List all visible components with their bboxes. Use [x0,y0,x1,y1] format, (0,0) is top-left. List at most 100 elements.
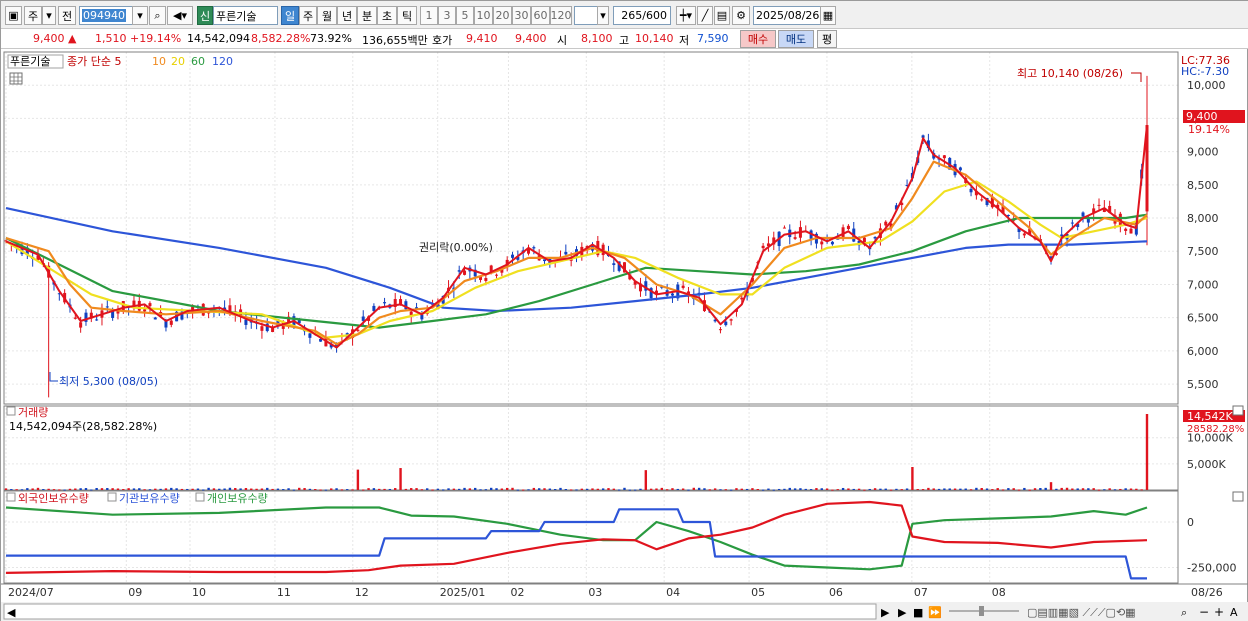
volume-bar [932,488,935,490]
volume-bar [703,488,706,490]
search-icon[interactable]: ⌕ [149,6,166,25]
volume-bar [42,489,45,491]
volume-bar [255,488,258,490]
volume-bar [234,488,237,490]
calendar-icon[interactable]: ▦ [820,6,836,25]
volume-bar [1039,488,1042,490]
volume-close-icon[interactable] [1232,405,1244,416]
change-value: 1,510 [95,32,127,45]
minus-icon[interactable]: − [1199,605,1209,619]
indiv-checkbox-icon[interactable] [195,492,205,502]
volume-bar [1060,487,1063,490]
volume-bar [180,488,184,490]
volume-bar [623,487,626,490]
volume-bar [351,489,354,491]
interval-30-label: 30 [514,9,529,22]
volume-bar [367,488,370,490]
inst-checkbox-icon[interactable] [107,492,117,502]
volume-bar [692,487,695,490]
bid-label: 호가 [432,34,453,47]
legend-ma60: 60 [191,55,205,68]
volume-bar [52,489,56,491]
fast-forward-icon[interactable]: ⏩ [928,606,942,619]
volume-bar [1140,489,1143,491]
font-size-icon[interactable]: A [1230,606,1238,619]
zoom-out-icon[interactable]: ⌕ [1181,606,1187,619]
mode-select[interactable]: 주 [24,6,42,25]
candle-body [884,221,888,226]
prev-button[interactable]: 전 [58,6,76,25]
interval-5[interactable]: 5 [456,6,474,25]
volume-bar [1033,488,1037,490]
save-icon[interactable]: ▤ [714,6,730,25]
volume-bar [26,488,29,490]
interval-60[interactable]: 60 [531,6,550,25]
volume-bar [996,488,999,490]
play-icon[interactable]: ▶ [898,606,907,619]
interval-5-label: 5 [461,9,469,22]
scroll-left-icon[interactable]: ◀ [7,606,16,619]
stock-chart[interactable]: 10,0009,5009,0008,5008,0007,5007,0006,50… [1,50,1248,621]
period-second[interactable]: 초 [377,6,397,25]
zoom-slider-thumb[interactable] [979,606,984,616]
period-minute[interactable]: 분 [357,6,377,25]
stop-icon[interactable]: ■ [913,606,923,619]
date-input[interactable]: 2025/08/26 [753,6,821,25]
average-button[interactable]: 평 [817,30,837,48]
candle-type-icon[interactable]: ┿▾ [676,6,696,25]
count-input[interactable]: 265/600 [613,6,671,25]
candle-body [308,333,312,338]
layout-icons[interactable]: ▢▤▥▦▧ ⟋⟋⟋▢⟲▦ [1027,606,1136,619]
candle-body [164,321,168,328]
volume-bar [516,489,520,491]
table-icon[interactable] [9,72,23,85]
candle-body [718,329,722,331]
volume-bar [751,488,754,490]
volume-bar [468,488,472,490]
interval-3-label: 3 [443,9,451,22]
stock-code-value: 094940 [82,9,126,22]
volume-bar [537,488,541,490]
period-week[interactable]: 주 [299,6,317,25]
interval-1[interactable]: 1 [420,6,438,25]
period-year[interactable]: 년 [337,6,357,25]
interval-30[interactable]: 30 [512,6,531,25]
stock-code-input[interactable]: 094940 [79,6,133,25]
period-day[interactable]: 일 [281,6,299,25]
stock-name-field[interactable]: 푸른기술 [213,6,278,25]
volume-bar [665,489,669,491]
volume-bar [489,487,493,490]
volume-collapse-icon[interactable] [6,406,16,416]
volume-bar [735,488,738,490]
period-tick[interactable]: 틱 [397,6,417,25]
volume-bar [4,488,8,490]
x-tick-label: 08/26 [1191,586,1223,599]
window-icon[interactable]: ▣ [5,6,22,25]
mode-dropdown-icon[interactable]: ▾ [42,6,56,25]
sell-button[interactable]: 매도 [778,30,814,48]
buy-button[interactable]: 매수 [740,30,776,48]
holders-lines-group [5,500,1148,580]
settings-gear-icon[interactable]: ⚙ [732,6,750,25]
holders-collapse-icon[interactable] [6,492,16,502]
interval-3[interactable]: 3 [438,6,456,25]
custom-interval-input[interactable] [574,6,598,25]
draw-tool-icon[interactable]: ╱ [697,6,713,25]
x-tick-label: 2024/07 [8,586,54,599]
volume-bar [937,488,941,490]
volume-bar [74,488,77,490]
interval-120[interactable]: 120 [550,6,572,25]
interval-dropdown-icon[interactable]: ▾ [597,6,609,25]
period-month[interactable]: 월 [317,6,337,25]
interval-20[interactable]: 20 [493,6,512,25]
candle-body [1022,233,1026,236]
plus-icon[interactable]: + [1214,605,1224,619]
scroll-right-icon[interactable]: ▶ [881,606,890,619]
code-dropdown-icon[interactable]: ▾ [132,6,148,25]
horizontal-scrollbar[interactable] [3,603,877,620]
holders-close-icon[interactable] [1232,491,1244,502]
volume-bar [340,489,344,491]
interval-10[interactable]: 10 [474,6,493,25]
speaker-icon[interactable]: ◀▾ [167,6,193,25]
volume-bar [687,489,690,491]
